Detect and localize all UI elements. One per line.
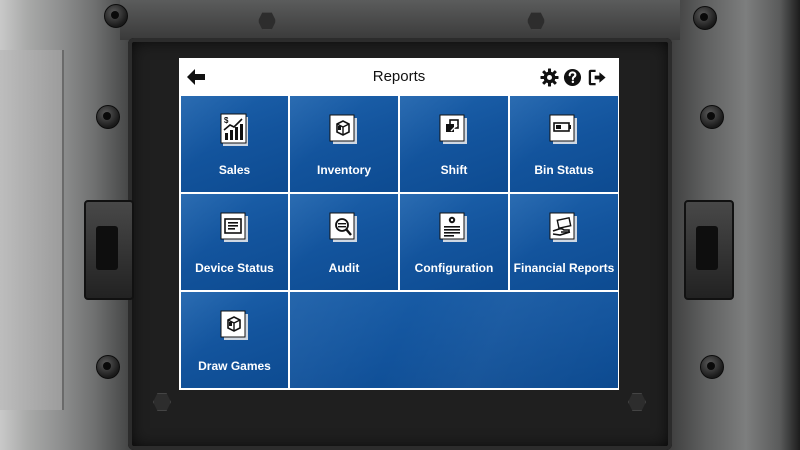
report-tiles-grid: $ Sales Inventory Shift Bin Status Devic…: [181, 96, 618, 388]
svg-text:$: $: [224, 116, 229, 125]
ticket-pack-icon: [329, 113, 359, 147]
tile-label: Bin Status: [534, 163, 594, 177]
tile-label: Draw Games: [198, 359, 271, 373]
logout-icon[interactable]: [588, 68, 607, 87]
tile-label: Device Status: [195, 261, 274, 275]
tile-financial-reports[interactable]: Financial Reports: [510, 194, 618, 290]
screw: [96, 105, 120, 129]
device-housing-top: [120, 0, 680, 40]
tile-label: Shift: [440, 163, 468, 177]
empty-tile-area: [290, 292, 618, 388]
screw: [96, 355, 120, 379]
tile-configuration[interactable]: Configuration: [400, 194, 508, 290]
shift-icon: [439, 113, 469, 147]
tile-bin-status[interactable]: Bin Status: [510, 96, 618, 192]
mount-bracket-left: [84, 200, 134, 300]
tile-inventory[interactable]: Inventory: [290, 96, 398, 192]
screw: [104, 4, 128, 28]
tile-label: Audit: [328, 261, 360, 275]
gear-document-icon: [439, 211, 469, 245]
mount-bracket-right: [684, 200, 734, 300]
tile-shift[interactable]: Shift: [400, 96, 508, 192]
sales-chart-icon: $: [220, 113, 250, 147]
header-bar: Reports: [179, 58, 619, 95]
gear-icon[interactable]: [540, 68, 559, 87]
battery-icon: [549, 113, 579, 147]
tile-label: Sales: [218, 163, 251, 177]
magnifier-document-icon: [329, 211, 359, 245]
metal-plate: [0, 50, 64, 410]
tile-audit[interactable]: Audit: [290, 194, 398, 290]
hand-money-icon: [549, 211, 579, 245]
tile-sales[interactable]: $ Sales: [181, 96, 288, 192]
tile-device-status[interactable]: Device Status: [181, 194, 288, 290]
tile-label: Inventory: [316, 163, 371, 177]
screw: [700, 355, 724, 379]
help-icon[interactable]: [563, 68, 582, 87]
screw: [693, 6, 717, 30]
tile-label: Configuration: [414, 261, 494, 275]
reports-screen: Reports $ Sales Inventory Shift Bin Stat…: [179, 58, 619, 390]
ticket-pack-icon: [220, 309, 250, 343]
device-list-icon: [220, 211, 250, 245]
tile-label: Financial Reports: [513, 261, 615, 275]
tile-draw-games[interactable]: Draw Games: [181, 292, 288, 388]
screw: [700, 105, 724, 129]
back-arrow-icon[interactable]: [185, 66, 207, 88]
